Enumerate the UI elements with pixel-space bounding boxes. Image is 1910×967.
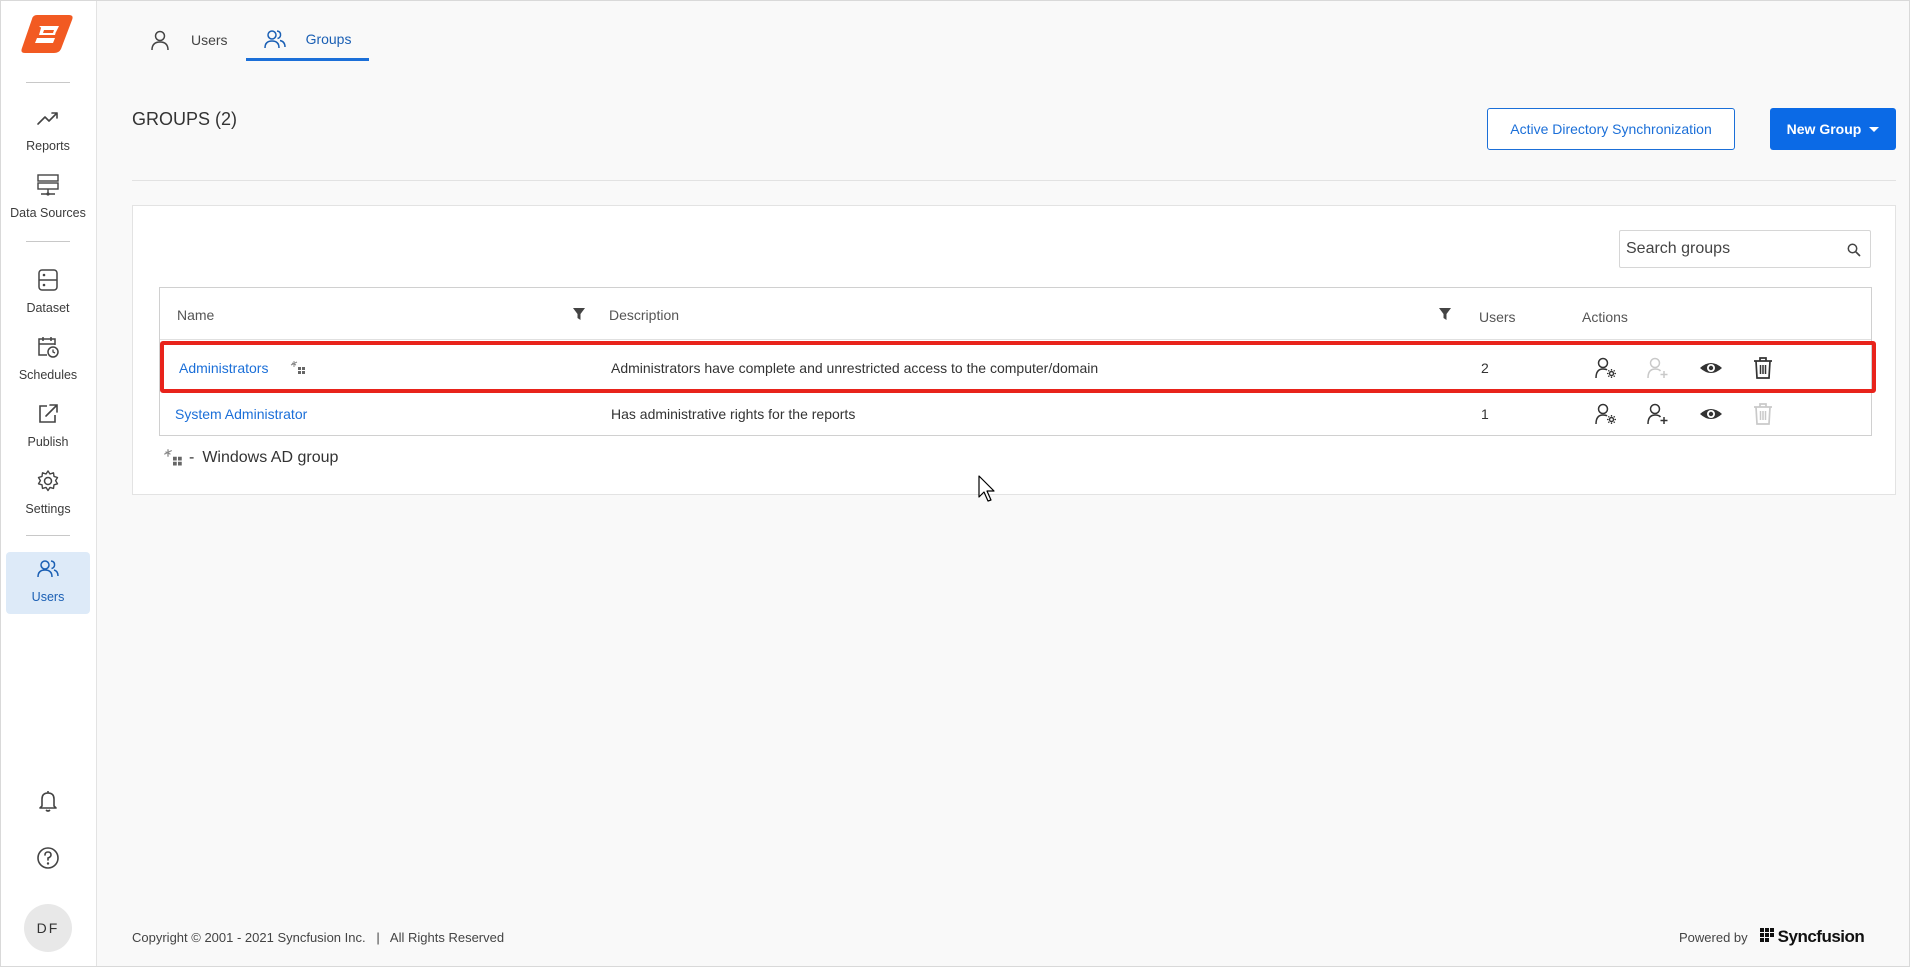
help-icon[interactable] — [34, 844, 62, 872]
groups-grid: Name Description Users Actions Administr… — [159, 287, 1872, 436]
column-header-actions: Actions — [1582, 309, 1628, 325]
sidebar-item-data-sources[interactable]: Data Sources — [6, 168, 90, 230]
sidebar-item-schedules[interactable]: Schedules — [6, 330, 90, 392]
avatar[interactable]: DF — [24, 904, 72, 952]
caret-down-icon — [1869, 126, 1880, 132]
windows-ad-icon — [163, 449, 182, 466]
grid-header: Name Description Users Actions — [160, 288, 1871, 340]
sidebar: Reports Data Sources Dataset Schedules P… — [1, 1, 97, 966]
group-user-count: 2 — [1481, 360, 1489, 376]
dataset-icon — [38, 269, 58, 291]
group-user-count: 1 — [1481, 406, 1489, 422]
brand-name: Syncfusion — [1777, 927, 1865, 946]
users-icon — [37, 560, 59, 578]
sidebar-item-label: Users — [31, 590, 65, 604]
header-divider — [132, 180, 1896, 181]
active-directory-sync-button[interactable]: Active Directory Synchronization — [1487, 108, 1735, 150]
sidebar-divider — [26, 241, 70, 242]
syncfusion-brand[interactable]: Syncfusion — [1759, 926, 1865, 948]
sidebar-item-users[interactable]: Users — [6, 552, 90, 614]
group-description: Has administrative rights for the report… — [611, 406, 856, 422]
app-logo-icon[interactable] — [19, 11, 75, 57]
user-icon — [151, 30, 169, 51]
add-user-icon[interactable] — [1646, 402, 1670, 426]
delete-icon[interactable] — [1751, 402, 1775, 426]
group-description: Administrators have complete and unrestr… — [611, 360, 1099, 376]
publish-icon — [39, 404, 58, 423]
manage-users-icon[interactable] — [1594, 402, 1618, 426]
sidebar-item-reports[interactable]: Reports — [6, 101, 90, 163]
bell-icon[interactable] — [34, 787, 62, 815]
column-header-users[interactable]: Users — [1479, 309, 1516, 325]
groups-icon — [263, 29, 286, 48]
copyright-text: Copyright © 2001 - 2021 Syncfusion Inc. … — [132, 930, 505, 945]
new-group-label: New Group — [1786, 121, 1862, 137]
filter-icon[interactable] — [1438, 306, 1452, 322]
sidebar-item-settings[interactable]: Settings — [6, 464, 90, 526]
gear-icon — [37, 470, 59, 492]
view-icon[interactable] — [1699, 402, 1723, 426]
search-icon[interactable] — [1846, 242, 1862, 258]
sidebar-divider — [26, 82, 70, 83]
new-group-button[interactable]: New Group — [1770, 108, 1896, 150]
legend-separator: - — [189, 449, 195, 466]
calendar-clock-icon — [38, 337, 59, 358]
group-name-link[interactable]: Administrators — [179, 360, 268, 376]
delete-icon[interactable] — [1751, 356, 1775, 380]
sidebar-item-dataset[interactable]: Dataset — [6, 263, 90, 325]
group-name-link[interactable]: System Administrator — [175, 406, 307, 422]
trend-icon — [37, 112, 58, 125]
tab-label: Groups — [305, 30, 352, 47]
top-tabs: Users Groups — [131, 19, 370, 61]
mouse-cursor-icon — [978, 475, 995, 502]
windows-ad-legend: - Windows AD group — [163, 448, 338, 468]
sidebar-divider — [26, 535, 70, 536]
tab-label: Users — [191, 32, 228, 48]
powered-by-label: Powered by — [1679, 929, 1748, 945]
syncfusion-logo-icon — [1759, 928, 1774, 942]
column-header-name[interactable]: Name — [177, 307, 214, 323]
table-row[interactable]: Administrators Administrators have compl… — [160, 344, 1871, 390]
powered-by: Powered by Syncfusion — [1679, 926, 1865, 948]
sidebar-item-label: Data Sources — [10, 206, 86, 220]
manage-users-icon[interactable] — [1594, 356, 1618, 380]
legend-label: Windows AD group — [202, 449, 339, 466]
tab-groups[interactable]: Groups — [245, 19, 370, 61]
filter-icon[interactable] — [572, 306, 586, 322]
sidebar-item-label: Settings — [25, 502, 71, 516]
view-icon[interactable] — [1699, 356, 1723, 380]
sidebar-item-label: Publish — [27, 435, 69, 449]
sidebar-item-label: Dataset — [26, 301, 70, 315]
tab-users[interactable]: Users — [131, 19, 246, 61]
table-row[interactable]: System Administrator Has administrative … — [160, 390, 1871, 436]
search-box[interactable] — [1619, 230, 1871, 268]
column-header-description[interactable]: Description — [609, 307, 679, 323]
page-title: GROUPS (2) — [132, 109, 238, 129]
sidebar-item-publish[interactable]: Publish — [6, 397, 90, 459]
add-user-icon[interactable] — [1646, 356, 1670, 380]
windows-ad-icon — [290, 361, 305, 374]
search-input[interactable] — [1620, 231, 1830, 267]
sidebar-item-label: Schedules — [18, 368, 78, 382]
database-icon — [37, 174, 59, 196]
sidebar-item-label: Reports — [26, 139, 70, 153]
